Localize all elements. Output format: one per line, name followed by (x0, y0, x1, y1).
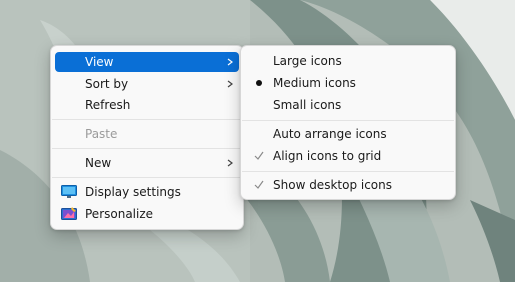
submenu-item-show-desktop-icons-label: Show desktop icons (273, 178, 393, 192)
checkmark-icon (254, 151, 264, 160)
submenu-item-show-desktop-icons[interactable]: Show desktop icons (245, 175, 451, 195)
menu-item-sort-by[interactable]: Sort by (55, 74, 239, 94)
menu-item-refresh-label: Refresh (85, 98, 131, 112)
menu-item-view[interactable]: View (55, 52, 239, 72)
menu-item-view-label: View (85, 55, 114, 69)
submenu-item-medium-icons-label: Medium icons (273, 76, 356, 90)
menu-item-sort-by-label: Sort by (85, 77, 129, 91)
menu-separator (242, 171, 454, 172)
submenu-item-large-icons[interactable]: Large icons (245, 51, 451, 71)
menu-separator (52, 148, 242, 149)
personalize-icon (61, 207, 77, 220)
submenu-item-small-icons-label: Small icons (273, 98, 342, 112)
submenu-item-small-icons[interactable]: Small icons (245, 95, 451, 115)
chevron-right-icon (227, 80, 233, 88)
menu-item-display-settings-label: Display settings (85, 185, 181, 199)
menu-item-new[interactable]: New (55, 153, 239, 173)
view-submenu: Large icons Medium icons Small icons Aut… (240, 45, 456, 200)
menu-item-personalize[interactable]: Personalize (55, 204, 239, 224)
submenu-item-large-icons-label: Large icons (273, 54, 342, 68)
checkmark-icon (254, 180, 264, 189)
menu-item-personalize-label: Personalize (85, 207, 154, 221)
desktop[interactable]: View Sort by Refresh Paste New Display s… (0, 0, 515, 282)
menu-separator (52, 119, 242, 120)
submenu-item-auto-arrange-label: Auto arrange icons (273, 127, 387, 141)
menu-separator (242, 120, 454, 121)
menu-separator (52, 177, 242, 178)
menu-item-paste: Paste (55, 124, 239, 144)
menu-item-new-label: New (85, 156, 112, 170)
submenu-item-align-to-grid[interactable]: Align icons to grid (245, 146, 451, 166)
menu-item-display-settings[interactable]: Display settings (55, 182, 239, 202)
display-settings-icon (61, 185, 77, 198)
menu-item-paste-label: Paste (85, 127, 118, 141)
submenu-item-medium-icons[interactable]: Medium icons (245, 73, 451, 93)
chevron-right-icon (227, 58, 233, 66)
menu-item-refresh[interactable]: Refresh (55, 95, 239, 115)
selected-bullet-icon (256, 80, 262, 86)
chevron-right-icon (227, 159, 233, 167)
submenu-item-align-to-grid-label: Align icons to grid (273, 149, 382, 163)
submenu-item-auto-arrange[interactable]: Auto arrange icons (245, 124, 451, 144)
desktop-context-menu: View Sort by Refresh Paste New Display s… (50, 45, 244, 230)
